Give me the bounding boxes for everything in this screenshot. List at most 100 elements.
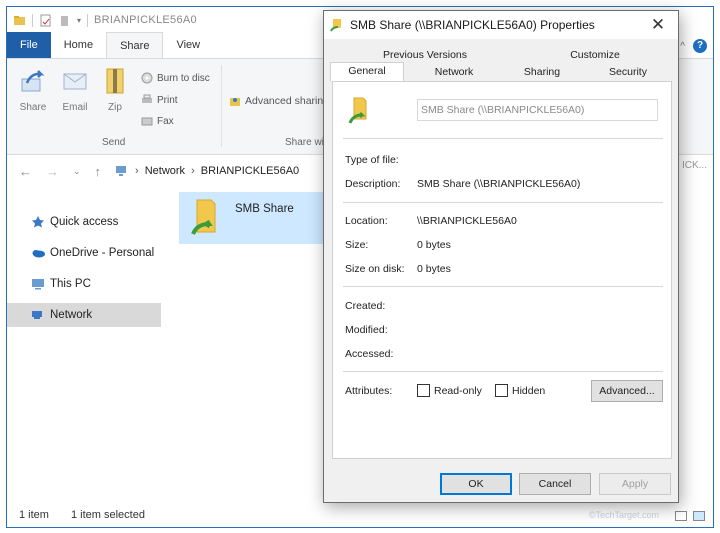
- burn-to-disc-button[interactable]: Burn to disc: [141, 72, 210, 84]
- checkbox-box[interactable]: [495, 384, 508, 397]
- size-label: Size:: [345, 239, 369, 251]
- tab-customize[interactable]: Customize: [540, 47, 650, 64]
- back-icon[interactable]: ←: [19, 164, 32, 179]
- advanced-sharing-button[interactable]: Advanced sharing: [229, 95, 329, 107]
- accessed-label: Accessed:: [345, 348, 394, 360]
- up-icon[interactable]: ↑: [95, 164, 102, 179]
- folder-share-icon: [191, 199, 216, 235]
- email-label: Email: [62, 102, 88, 113]
- breadcrumb[interactable]: › Network › BRIANPICKLE56A0: [115, 165, 299, 177]
- folder-share-icon: [348, 97, 367, 124]
- tab-share[interactable]: Share: [106, 32, 164, 58]
- size-on-disk-value: 0 bytes: [417, 263, 451, 275]
- nav-item-network[interactable]: Network: [7, 303, 161, 327]
- nav-item-quick-access[interactable]: Quick access: [7, 210, 161, 234]
- advanced-sharing-label: Advanced sharing: [245, 95, 330, 107]
- ribbon-controls: ^ ?: [680, 39, 707, 53]
- cancel-button[interactable]: Cancel: [519, 473, 591, 495]
- item-name: SMB Share: [235, 203, 294, 215]
- expand-ribbon-icon[interactable]: ^: [680, 41, 685, 52]
- checkbox-box[interactable]: [417, 384, 430, 397]
- dialog-title: SMB Share (\\BRIANPICKLE56A0) Properties: [350, 18, 595, 32]
- nav-item-this-pc[interactable]: This PC: [7, 272, 161, 296]
- readonly-checkbox[interactable]: Read-only: [417, 384, 482, 397]
- new-folder-icon[interactable]: [58, 14, 71, 27]
- quick-access-dropdown-icon[interactable]: ▾: [77, 16, 81, 25]
- burn-icon: [141, 72, 153, 84]
- navigation-pane: Quick access OneDrive - Personal This PC…: [7, 192, 162, 502]
- location-value: \\BRIANPICKLE56A0: [417, 215, 517, 227]
- breadcrumb-separator: ›: [191, 165, 195, 177]
- tab-file[interactable]: File: [7, 32, 51, 58]
- print-button[interactable]: Print: [141, 94, 178, 106]
- name-field[interactable]: SMB Share (\\BRIANPICKLE56A0): [417, 99, 658, 121]
- divider: [343, 371, 663, 372]
- divider: [343, 138, 663, 139]
- advanced-button[interactable]: Advanced...: [591, 380, 663, 402]
- properties-icon[interactable]: [39, 14, 52, 27]
- nav-item-onedrive[interactable]: OneDrive - Personal: [7, 241, 161, 265]
- onedrive-icon: [32, 250, 45, 258]
- print-label: Print: [157, 94, 178, 106]
- pc-icon: [32, 279, 44, 290]
- description-label: Description:: [345, 178, 401, 190]
- tab-security[interactable]: Security: [592, 64, 664, 81]
- fax-label: Fax: [157, 115, 174, 127]
- details-view-icon[interactable]: [675, 511, 687, 521]
- fax-icon: [141, 117, 153, 126]
- zip-icon: [106, 68, 124, 94]
- share-label: Share: [19, 102, 47, 113]
- share-icon: [21, 70, 45, 92]
- fax-button[interactable]: Fax: [141, 115, 174, 127]
- nav-label: This PC: [50, 278, 91, 290]
- divider: [343, 202, 663, 203]
- group-label-send: Send: [102, 137, 126, 148]
- quick-access-icon: [32, 216, 44, 228]
- forward-icon[interactable]: →: [46, 164, 59, 179]
- email-icon: [63, 73, 87, 90]
- list-item[interactable]: SMB Share: [179, 192, 329, 244]
- search-box[interactable]: ICK...: [682, 160, 707, 171]
- hidden-checkbox[interactable]: Hidden: [495, 384, 545, 397]
- tab-sharing[interactable]: Sharing: [506, 64, 578, 81]
- breadcrumb-separator: ›: [135, 165, 139, 177]
- email-button[interactable]: Email: [55, 67, 95, 113]
- tab-network[interactable]: Network: [418, 64, 490, 81]
- folder-icon[interactable]: [13, 14, 26, 27]
- size-value: 0 bytes: [417, 239, 451, 251]
- close-icon[interactable]: ✕: [638, 11, 678, 39]
- dialog-tabs: Previous Versions Customize General Netw…: [330, 47, 672, 81]
- breadcrumb-host[interactable]: BRIANPICKLE56A0: [201, 165, 299, 177]
- burn-label: Burn to disc: [157, 72, 210, 84]
- dialog-title-bar: SMB Share (\\BRIANPICKLE56A0) Properties…: [324, 11, 678, 39]
- advanced-sharing-icon: [230, 98, 240, 106]
- item-count: 1 item: [19, 509, 49, 521]
- divider: [32, 13, 33, 27]
- folder-share-icon: [330, 19, 341, 32]
- print-icon: [142, 94, 152, 103]
- zip-button[interactable]: Zip: [95, 67, 135, 113]
- nav-label: Quick access: [50, 216, 119, 228]
- selection-count: 1 item selected: [70, 509, 145, 521]
- share-button[interactable]: Share: [13, 67, 53, 113]
- tab-home[interactable]: Home: [51, 32, 106, 58]
- ok-button[interactable]: OK: [440, 473, 512, 495]
- divider: [343, 286, 663, 287]
- tab-view[interactable]: View: [163, 32, 213, 58]
- type-label: Type of file:: [345, 154, 399, 166]
- network-icon: [32, 311, 42, 319]
- recent-dropdown-icon[interactable]: ⌄: [73, 166, 81, 177]
- apply-button[interactable]: Apply: [599, 473, 671, 495]
- hidden-label: Hidden: [512, 384, 546, 397]
- general-panel: SMB Share (\\BRIANPICKLE56A0) Type of fi…: [332, 81, 672, 459]
- description-value: SMB Share (\\BRIANPICKLE56A0): [417, 178, 581, 190]
- help-icon[interactable]: ?: [693, 39, 707, 53]
- view-switcher: [675, 511, 705, 521]
- readonly-label: Read-only: [434, 384, 482, 397]
- nav-label: Network: [50, 309, 93, 321]
- file-list: SMB Share: [179, 192, 329, 246]
- location-label: Location:: [345, 215, 388, 227]
- tab-general[interactable]: General: [330, 62, 404, 81]
- breadcrumb-network[interactable]: Network: [145, 165, 185, 177]
- large-icons-view-icon[interactable]: [693, 511, 705, 521]
